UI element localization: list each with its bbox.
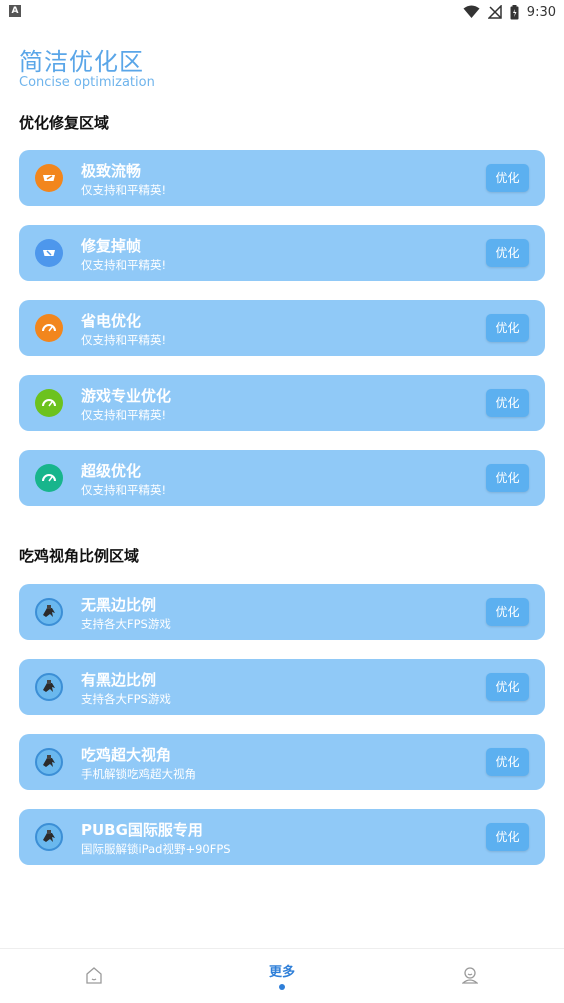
status-time: 9:30: [526, 4, 556, 20]
card-fix-frame-drop: 修复掉帧 仅支持和平精英! 优化: [19, 225, 545, 281]
card-label: 游戏专业优化: [81, 387, 172, 405]
card-desc: 仅支持和平精英!: [81, 333, 167, 347]
app-notification-icon: A: [9, 5, 21, 17]
nav-more[interactable]: 更多: [188, 949, 376, 1003]
page-subtitle: Concise optimization: [19, 75, 155, 90]
wifi-icon: [463, 5, 480, 18]
nav-more-label: 更多: [268, 965, 295, 980]
card-super: 超级优化 仅支持和平精英! 优化: [19, 450, 545, 506]
game-character-icon: [35, 748, 63, 776]
card-desc: 仅支持和平精英!: [81, 483, 167, 497]
card-label: 极致流畅: [81, 162, 142, 180]
page-title: 简洁优化区: [19, 48, 144, 76]
card-label: 无黑边比例: [81, 596, 157, 614]
card-black-border: 有黑边比例 支持各大FPS游戏 优化: [19, 659, 545, 715]
card-label: 省电优化: [81, 312, 142, 330]
card-no-black-border: 无黑边比例 支持各大FPS游戏 优化: [19, 584, 545, 640]
active-indicator: [279, 984, 285, 990]
card-wide-view: 吃鸡超大视角 手机解锁吃鸡超大视角 优化: [19, 734, 545, 790]
card-desc: 仅支持和平精英!: [81, 258, 167, 272]
optimize-button[interactable]: 优化: [486, 598, 529, 626]
optimize-button[interactable]: 优化: [486, 673, 529, 701]
nav-home[interactable]: [0, 949, 188, 1003]
gauge-icon: [35, 464, 63, 492]
optimize-button[interactable]: 优化: [486, 164, 529, 192]
card-power-saving: 省电优化 仅支持和平精英! 优化: [19, 300, 545, 356]
section-title-optimize: 优化修复区域: [19, 114, 110, 132]
optimize-button[interactable]: 优化: [486, 389, 529, 417]
speedometer-icon: [35, 164, 63, 192]
card-desc: 手机解锁吃鸡超大视角: [81, 767, 196, 781]
home-icon: [86, 967, 102, 984]
gauge-icon: [35, 314, 63, 342]
bottom-nav: 更多: [0, 948, 564, 1002]
game-character-icon: [35, 823, 63, 851]
optimize-button[interactable]: 优化: [486, 239, 529, 267]
card-pubg-global: PUBG国际服专用 国际服解锁iPad视野+90FPS 优化: [19, 809, 545, 865]
card-label: 修复掉帧: [81, 237, 142, 255]
gauge-icon: [35, 389, 63, 417]
optimize-button[interactable]: 优化: [486, 748, 529, 776]
card-desc: 仅支持和平精英!: [81, 408, 167, 422]
section-title-view-ratio: 吃鸡视角比例区域: [19, 547, 140, 565]
card-game-pro: 游戏专业优化 仅支持和平精英! 优化: [19, 375, 545, 431]
card-desc: 国际服解锁iPad视野+90FPS: [81, 842, 231, 856]
no-signal-icon: [487, 5, 502, 19]
card-label: 超级优化: [81, 462, 142, 480]
card-desc: 仅支持和平精英!: [81, 183, 167, 197]
nav-profile[interactable]: [376, 949, 564, 1003]
card-desc: 支持各大FPS游戏: [81, 617, 171, 631]
card-desc: 支持各大FPS游戏: [81, 692, 171, 706]
battery-icon: [510, 4, 519, 19]
speedometer-icon: [35, 239, 63, 267]
optimize-button[interactable]: 优化: [486, 314, 529, 342]
optimize-button[interactable]: 优化: [486, 823, 529, 851]
optimize-button[interactable]: 优化: [486, 464, 529, 492]
status-bar: A 9:30: [0, 0, 564, 24]
profile-icon: [462, 967, 478, 984]
card-label: PUBG国际服专用: [81, 821, 203, 839]
card-label: 吃鸡超大视角: [81, 746, 172, 764]
card-smooth: 极致流畅 仅支持和平精英! 优化: [19, 150, 545, 206]
card-label: 有黑边比例: [81, 671, 157, 689]
game-character-icon: [35, 598, 63, 626]
game-character-icon: [35, 673, 63, 701]
